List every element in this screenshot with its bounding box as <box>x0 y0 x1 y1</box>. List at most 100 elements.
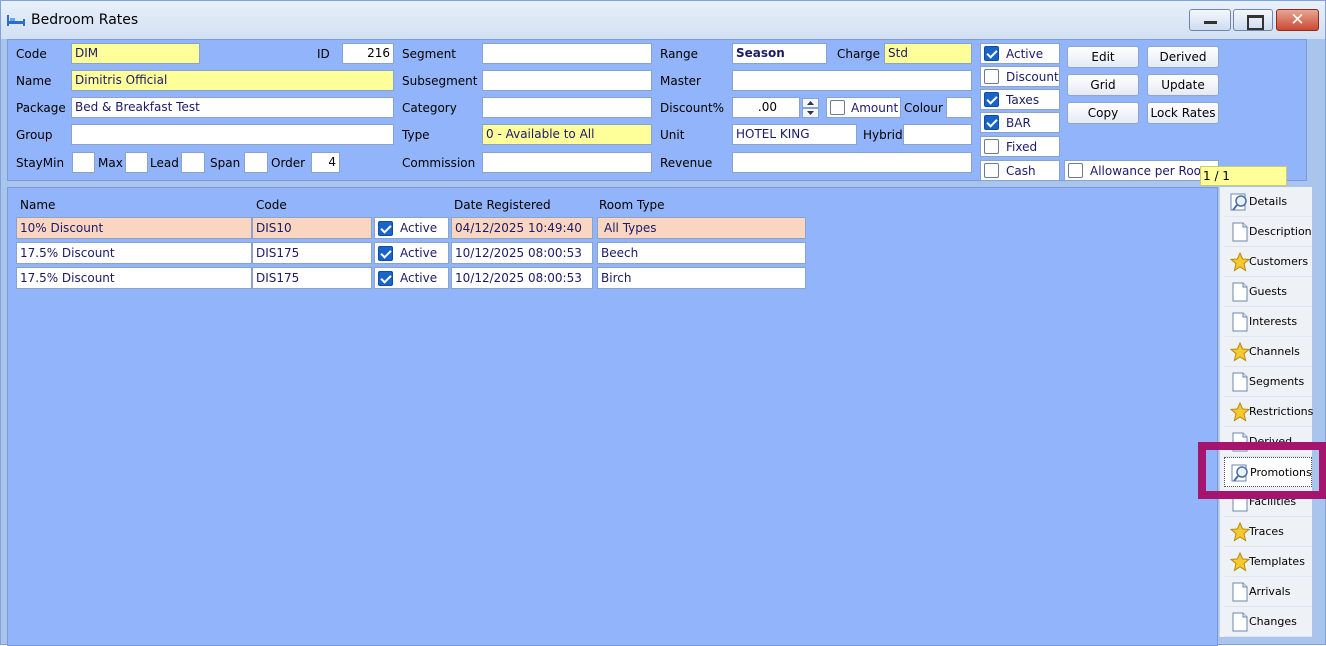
table-row-0-active[interactable]: Active <box>374 217 449 239</box>
col-header-room-type[interactable]: Room Type <box>599 198 665 212</box>
order-field[interactable]: 4 <box>311 152 340 173</box>
sidebar-item-templates[interactable]: Templates <box>1224 547 1312 577</box>
side-navigation: Details Description Customers Guests Int… <box>1219 187 1314 637</box>
table-row-0-code[interactable]: DIS10 <box>252 217 372 239</box>
sidebar-item-restrictions-label: Restrictions <box>1249 405 1314 418</box>
sidebar-item-segments[interactable]: Segments <box>1224 367 1312 397</box>
unit-field[interactable]: HOTEL KING <box>732 124 857 145</box>
id-label: ID <box>317 47 330 61</box>
category-label: Category <box>402 101 457 115</box>
table-row-2-active[interactable]: Active <box>374 267 449 289</box>
sidebar-item-traces-label: Traces <box>1249 525 1284 538</box>
table-row-1-room-type[interactable]: Beech <box>597 242 806 264</box>
range-label: Range <box>660 47 699 61</box>
edit-button[interactable]: Edit <box>1067 46 1139 68</box>
allowance-check-icon <box>1068 163 1083 178</box>
cash-checkbox[interactable]: Cash <box>980 160 1060 181</box>
table-row-0-date[interactable]: 04/12/2025 10:49:40 <box>451 217 593 239</box>
document-icon <box>1232 312 1248 332</box>
col-header-code[interactable]: Code <box>256 198 287 212</box>
fixed-checkbox[interactable]: Fixed <box>980 136 1060 157</box>
col-header-name[interactable]: Name <box>20 198 55 212</box>
lock-rates-button[interactable]: Lock Rates <box>1147 102 1219 124</box>
group-field[interactable] <box>71 124 394 145</box>
sidebar-item-details[interactable]: Details <box>1224 187 1312 217</box>
revenue-field[interactable] <box>732 152 972 173</box>
bar-checkbox[interactable]: BAR <box>980 112 1060 133</box>
fixed-checkbox-label: Fixed <box>1006 140 1038 154</box>
table-row-1-name[interactable]: 17.5% Discount <box>16 242 252 264</box>
table-row-2-date[interactable]: 10/12/2025 08:00:53 <box>451 267 593 289</box>
charge-field[interactable]: Std <box>884 43 972 64</box>
commission-field[interactable] <box>482 152 652 173</box>
sidebar-item-traces[interactable]: Traces <box>1224 517 1312 547</box>
table-row-1-active[interactable]: Active <box>374 242 449 264</box>
category-field[interactable] <box>482 97 652 118</box>
sidebar-item-arrivals[interactable]: Arrivals <box>1224 577 1312 607</box>
max-field[interactable] <box>125 152 148 173</box>
sidebar-item-channels[interactable]: Channels <box>1224 337 1312 367</box>
range-field[interactable]: Season <box>732 43 827 64</box>
update-button[interactable]: Update <box>1147 74 1219 96</box>
type-field[interactable]: 0 - Available to All <box>482 124 652 145</box>
sidebar-item-interests[interactable]: Interests <box>1224 307 1312 337</box>
discount-checkbox[interactable]: Discount <box>980 66 1060 87</box>
hybrid-field[interactable] <box>903 124 972 145</box>
table-row-1-code[interactable]: DIS175 <box>252 242 372 264</box>
group-label: Group <box>16 128 53 142</box>
code-field[interactable]: DIM <box>71 43 200 64</box>
sidebar-item-description[interactable]: Description <box>1224 217 1312 247</box>
package-field[interactable]: Bed & Breakfast Test <box>71 97 394 118</box>
discount-pct-field[interactable]: .00 <box>732 97 800 118</box>
row-2-active-label: Active <box>400 271 438 285</box>
active-checkbox[interactable]: Active <box>980 43 1060 64</box>
colour-label: Colour <box>904 101 943 115</box>
bed-icon <box>7 15 25 26</box>
row-1-active-label: Active <box>400 246 438 260</box>
taxes-checkbox[interactable]: Taxes <box>980 89 1060 110</box>
lead-label: Lead <box>150 156 179 170</box>
master-field[interactable] <box>732 70 972 91</box>
id-field[interactable]: 216 <box>342 43 394 64</box>
subsegment-field[interactable] <box>482 70 652 91</box>
taxes-checkbox-label: Taxes <box>1006 93 1040 107</box>
copy-button[interactable]: Copy <box>1067 102 1139 124</box>
document-icon <box>1232 222 1248 242</box>
spinner-arrows-icon[interactable] <box>802 98 819 118</box>
bar-checkbox-label: BAR <box>1006 116 1031 130</box>
sidebar-item-guests[interactable]: Guests <box>1224 277 1312 307</box>
rate-details-form: Code DIM ID 216 Name Dimitris Official P… <box>7 39 1307 181</box>
table-row-1-date[interactable]: 10/12/2025 08:00:53 <box>451 242 593 264</box>
sidebar-item-description-label: Description <box>1249 225 1312 238</box>
sidebar-item-arrivals-label: Arrivals <box>1249 585 1291 598</box>
amount-checkbox[interactable]: Amount <box>826 97 901 118</box>
title-bar: Bedroom Rates ✕ <box>1 1 1325 39</box>
minimize-button[interactable] <box>1189 9 1231 31</box>
sidebar-item-customers[interactable]: Customers <box>1224 247 1312 277</box>
sidebar-item-changes[interactable]: Changes <box>1224 607 1312 637</box>
charge-label: Charge <box>837 47 881 61</box>
staymin-field[interactable] <box>72 152 95 173</box>
table-row-0-room-type[interactable]: All Types <box>597 217 806 239</box>
discount-checkbox-label: Discount <box>1006 70 1059 84</box>
table-row-2-code[interactable]: DIS175 <box>252 267 372 289</box>
allowance-checkbox-label: Allowance per Room <box>1090 164 1213 178</box>
colour-field[interactable] <box>946 97 972 118</box>
span-field[interactable] <box>244 152 268 173</box>
allowance-checkbox[interactable]: Allowance per Room <box>1064 160 1219 181</box>
col-header-date[interactable]: Date Registered <box>454 198 551 212</box>
table-row-0-name[interactable]: 10% Discount <box>16 217 252 239</box>
lead-field[interactable] <box>181 152 205 173</box>
close-button[interactable]: ✕ <box>1276 9 1319 31</box>
table-row-2-name[interactable]: 17.5% Discount <box>16 267 252 289</box>
derived-button[interactable]: Derived <box>1147 46 1219 68</box>
name-field[interactable]: Dimitris Official <box>71 70 394 91</box>
segment-field[interactable] <box>482 43 652 64</box>
subsegment-label: Subsegment <box>402 74 478 88</box>
table-row-2-room-type[interactable]: Birch <box>597 267 806 289</box>
document-icon <box>1232 372 1248 392</box>
row-0-active-label: Active <box>400 221 438 235</box>
grid-button[interactable]: Grid <box>1067 74 1139 96</box>
sidebar-item-restrictions[interactable]: Restrictions <box>1224 397 1314 427</box>
maximize-button[interactable] <box>1233 9 1273 31</box>
